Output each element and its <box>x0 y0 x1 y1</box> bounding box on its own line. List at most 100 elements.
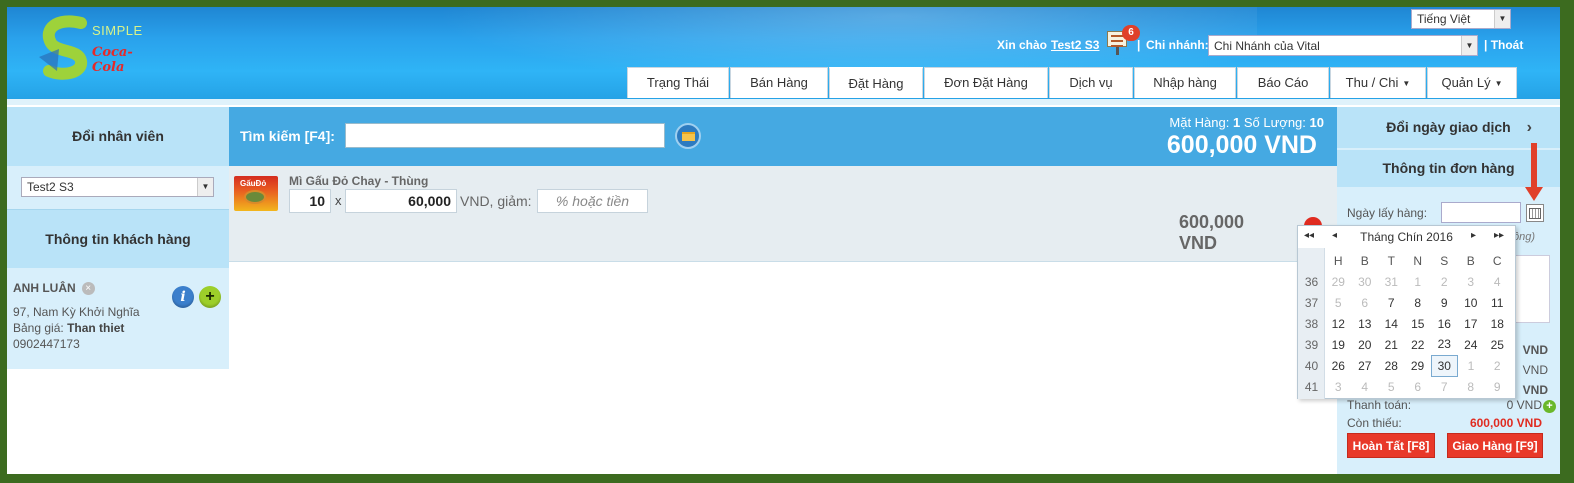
calendar-day[interactable]: 24 <box>1458 334 1485 355</box>
customer-info-title[interactable]: Thông tin khách hàng <box>7 209 229 268</box>
calendar-day[interactable]: 27 <box>1352 355 1379 376</box>
calendar-day[interactable]: 13 <box>1352 313 1379 334</box>
calendar-day[interactable]: 2 <box>1431 271 1458 292</box>
calendar-day[interactable]: 8 <box>1405 292 1432 313</box>
chevron-down-icon: ▼ <box>197 178 213 196</box>
calendar-day[interactable]: 26 <box>1325 355 1352 376</box>
calendar-week-row: 39 19 20 21 22 23 24 25 <box>1298 334 1511 355</box>
chevron-down-icon: ▼ <box>1494 10 1510 28</box>
logout-link[interactable]: | Thoát <box>1484 38 1523 52</box>
calendar-day[interactable]: 17 <box>1458 313 1485 334</box>
calendar-day[interactable]: 21 <box>1378 334 1405 355</box>
calendar-day[interactable]: 10 <box>1458 292 1485 313</box>
calendar-day[interactable]: 31 <box>1378 271 1405 292</box>
calendar-day[interactable]: 29 <box>1405 355 1432 376</box>
pickup-date-input[interactable] <box>1441 202 1521 223</box>
calendar-day[interactable]: 18 <box>1484 313 1511 334</box>
calendar-day[interactable]: 3 <box>1458 271 1485 292</box>
calendar-day[interactable]: 4 <box>1484 271 1511 292</box>
calendar-day[interactable]: 1 <box>1405 271 1432 292</box>
calendar-day[interactable]: 11 <box>1484 292 1511 313</box>
add-payment-icon[interactable]: + <box>1543 400 1556 413</box>
annotation-arrow-head <box>1525 187 1543 201</box>
calendar-day[interactable]: 2 <box>1484 355 1511 376</box>
calendar-day[interactable]: 6 <box>1405 376 1432 397</box>
notification-button[interactable]: 6 <box>1107 25 1140 55</box>
browse-folder-icon[interactable] <box>675 123 701 149</box>
calendar-day[interactable]: 16 <box>1431 313 1458 334</box>
datepicker-title: Tháng Chín 2016 <box>1360 230 1453 244</box>
calendar-day-today[interactable]: 30 <box>1430 354 1458 377</box>
calendar-day[interactable]: 9 <box>1484 376 1511 397</box>
info-icon[interactable]: i <box>172 286 194 308</box>
calendar-day[interactable]: 5 <box>1378 376 1405 397</box>
branch-value: Chi Nhánh của Vital <box>1214 39 1320 53</box>
calendar-day[interactable]: 7 <box>1431 376 1458 397</box>
staff-select[interactable]: Test2 S3 ▼ <box>21 177 214 197</box>
calendar-day[interactable]: 6 <box>1352 292 1379 313</box>
nav-tab[interactable]: Trạng Thái <box>627 67 729 98</box>
customer-card: ANH LUÂN × 97, Nam Kỳ Khởi Nghĩa Bảng giá… <box>13 280 225 352</box>
calendar-day[interactable]: 15 <box>1405 313 1432 334</box>
calendar-day[interactable]: 14 <box>1378 313 1405 334</box>
change-date-label: Đổi ngày giao dịch <box>1386 119 1511 135</box>
user-link[interactable]: Test2 S3 <box>1051 38 1099 52</box>
deliver-button[interactable]: Giao Hàng [F9] <box>1447 433 1543 458</box>
next-month-icon[interactable]: ▸ <box>1471 230 1476 241</box>
price-list-row: Bảng giá: Than thiet <box>13 320 225 336</box>
calendar-day[interactable]: 12 <box>1325 313 1352 334</box>
branch-select[interactable]: Chi Nhánh của Vital ▼ <box>1208 35 1478 56</box>
calendar-day[interactable]: 29 <box>1325 271 1352 292</box>
subtotal-value: VND <box>1522 343 1548 357</box>
summary-items-value: 1 <box>1233 115 1241 130</box>
calendar-icon[interactable] <box>1526 204 1544 222</box>
search-input[interactable] <box>345 123 665 148</box>
separator: | <box>1137 38 1141 52</box>
calendar-day[interactable]: 1 <box>1458 355 1485 376</box>
week-number: 40 <box>1304 358 1319 373</box>
summary-items-label: Mặt Hàng: <box>1169 115 1230 130</box>
calendar-day[interactable]: 8 <box>1458 376 1485 397</box>
nav-tab[interactable]: Quản Lý ▼ <box>1427 67 1517 98</box>
summary-qty-value: 10 <box>1309 115 1324 130</box>
calendar-day[interactable]: 3 <box>1325 376 1352 397</box>
nav-tab-label: Quản Lý <box>1441 75 1491 90</box>
calendar-day[interactable]: 7 <box>1378 292 1405 313</box>
calendar-day[interactable]: 28 <box>1378 355 1405 376</box>
week-number: 41 <box>1304 379 1319 394</box>
nav-tab[interactable]: Đặt Hàng <box>829 67 923 98</box>
calendar-day[interactable]: 25 <box>1484 334 1511 355</box>
quantity-input[interactable]: 10 <box>289 189 331 213</box>
calendar-day[interactable]: 9 <box>1431 292 1458 313</box>
calendar-day[interactable]: 23 <box>1431 334 1458 355</box>
calendar-day[interactable]: 20 <box>1352 334 1379 355</box>
nav-tab[interactable]: Thu / Chi ▼ <box>1330 67 1426 98</box>
logo-s-icon <box>39 15 87 80</box>
nav-tab[interactable]: Nhập hàng <box>1134 67 1236 98</box>
language-select[interactable]: Tiếng Việt ▼ <box>1411 9 1511 29</box>
calendar-day[interactable]: 4 <box>1352 376 1379 397</box>
calendar-day[interactable]: 19 <box>1325 334 1352 355</box>
note-textarea[interactable] <box>1513 255 1550 323</box>
calendar-day[interactable]: 5 <box>1325 292 1352 313</box>
header: SIMPLE Coca-Cola Tiếng Việt ▼ Xin chào Te… <box>7 7 1560 99</box>
discount-input[interactable]: % hoặc tiền <box>537 189 648 213</box>
remove-customer-icon[interactable]: × <box>81 282 95 296</box>
change-date-button[interactable]: Đổi ngày giao dịch › <box>1337 107 1560 148</box>
calendar-day[interactable]: 22 <box>1405 334 1432 355</box>
complete-button[interactable]: Hoàn Tất [F8] <box>1347 433 1435 458</box>
nav-tab[interactable]: Bán Hàng <box>730 67 828 98</box>
line-total: 600,000 VND <box>1179 212 1244 254</box>
calendar-day[interactable]: 30 <box>1352 271 1379 292</box>
datepicker: ◂◂ ◂ Tháng Chín 2016 ▸ ▸▸ HBTNSBC 36 29 30… <box>1297 225 1516 399</box>
caret-down-icon: ▼ <box>1494 78 1503 88</box>
price-input[interactable]: 60,000 <box>345 189 457 213</box>
add-customer-icon[interactable]: + <box>199 286 221 308</box>
nav-tab[interactable]: Báo Cáo <box>1237 67 1329 98</box>
product-thumbnail-text: GấuĐỏ <box>240 179 267 188</box>
change-staff-button[interactable]: Đổi nhân viên <box>7 107 229 166</box>
nav-tab[interactable]: Đơn Đặt Hàng <box>924 67 1048 98</box>
logo[interactable]: SIMPLE Coca-Cola <box>37 15 157 83</box>
nav-tab[interactable]: Dịch vụ <box>1049 67 1133 98</box>
next-year-icon[interactable]: ▸▸ <box>1494 230 1504 241</box>
